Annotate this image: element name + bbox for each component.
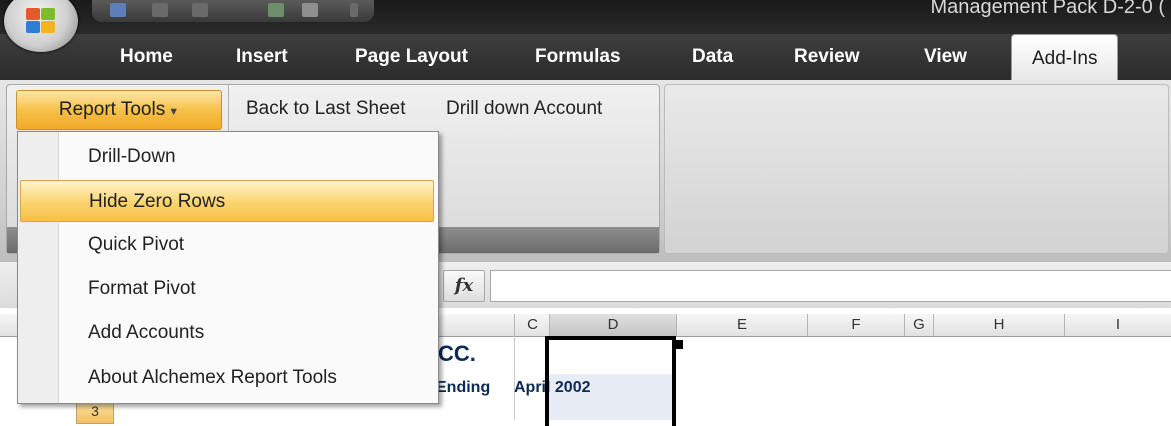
office-logo-icon: [26, 8, 56, 34]
back-to-last-sheet-button[interactable]: Back to Last Sheet: [246, 98, 406, 120]
column-header-e[interactable]: E: [677, 314, 808, 336]
tab-home[interactable]: Home: [120, 46, 173, 68]
save-icon[interactable]: [110, 3, 126, 17]
tab-insert[interactable]: Insert: [236, 46, 288, 68]
column-header-h[interactable]: H: [934, 314, 1065, 336]
chart-icon[interactable]: [268, 3, 284, 17]
tab-review[interactable]: Review: [794, 46, 859, 68]
column-header-i[interactable]: I: [1065, 314, 1171, 336]
report-tools-label: Report Tools: [58, 99, 166, 120]
ribbon-tab-bar: Home Insert Page Layout Formulas Data Re…: [0, 34, 1171, 81]
column-header-d[interactable]: D: [550, 314, 677, 336]
menu-item-add-accounts[interactable]: Add Accounts: [20, 312, 434, 354]
tab-data[interactable]: Data: [692, 46, 733, 68]
column-header-c[interactable]: C: [516, 314, 550, 336]
cell-company-title[interactable]: CC.: [438, 341, 476, 367]
ribbon-empty-area: [664, 84, 1169, 254]
tab-page-layout[interactable]: Page Layout: [355, 46, 468, 68]
menu-item-about[interactable]: About Alchemex Report Tools: [20, 357, 434, 399]
tab-formulas[interactable]: Formulas: [535, 46, 621, 68]
report-tools-button[interactable]: Report Tools ▼: [16, 90, 222, 130]
column-gridline: [514, 336, 515, 420]
menu-item-format-pivot[interactable]: Format Pivot: [20, 268, 434, 310]
customize-qat-icon[interactable]: [350, 3, 358, 17]
drill-down-account-button[interactable]: Drill down Account: [446, 98, 602, 120]
active-cell-border[interactable]: [545, 336, 676, 426]
quick-access-toolbar: [92, 0, 374, 22]
chevron-down-icon: ▼: [168, 106, 180, 118]
column-header-f[interactable]: F: [808, 314, 905, 336]
tab-add-ins[interactable]: Add-Ins: [1011, 34, 1119, 81]
window-title: Management Pack D-2-0 (: [930, 0, 1165, 18]
redo-icon[interactable]: [192, 3, 208, 17]
menu-item-hide-zero-rows[interactable]: Hide Zero Rows: [20, 180, 434, 222]
menu-item-drill-down[interactable]: Drill-Down: [20, 136, 434, 178]
column-header-g[interactable]: G: [905, 314, 934, 336]
report-tools-menu: Drill-Down Hide Zero Rows Quick Pivot Fo…: [17, 131, 439, 404]
title-bar: Management Pack D-2-0 (: [0, 0, 1171, 34]
menu-item-quick-pivot[interactable]: Quick Pivot: [20, 224, 434, 266]
cell-period-ending[interactable]: Ending: [436, 379, 490, 397]
insert-function-button[interactable]: fx: [443, 270, 485, 302]
formula-input[interactable]: [490, 270, 1171, 302]
tab-view[interactable]: View: [924, 46, 967, 68]
undo-icon[interactable]: [152, 3, 168, 17]
sheet-icon[interactable]: [302, 3, 318, 17]
fill-handle[interactable]: [674, 340, 683, 349]
